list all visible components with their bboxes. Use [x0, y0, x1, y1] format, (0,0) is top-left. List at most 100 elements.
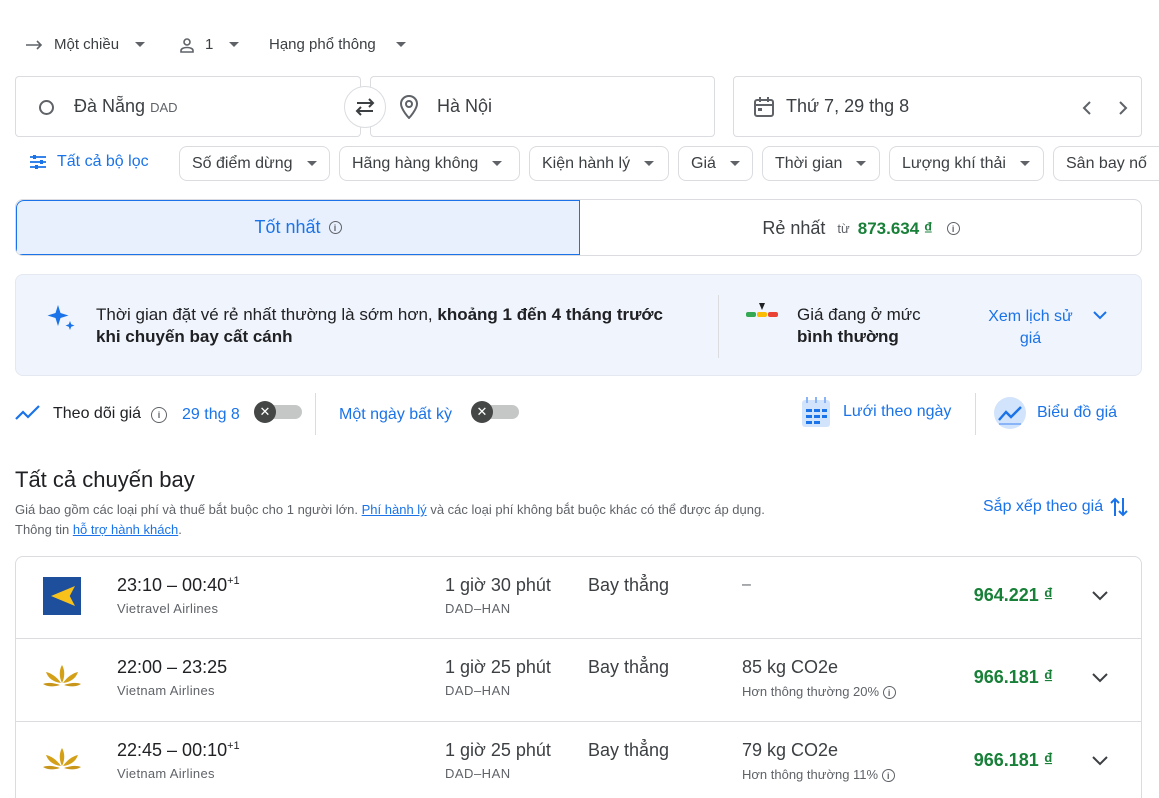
expand-chevron-icon[interactable] — [1091, 754, 1109, 766]
flight-route: DAD–HAN — [445, 683, 511, 698]
close-icon: ✕ — [254, 401, 276, 423]
all-filters-button[interactable]: Tất cả bộ lọc — [29, 153, 149, 171]
price-level-line2: bình thường — [797, 327, 899, 346]
info-icon[interactable]: i — [881, 769, 895, 783]
sort-by-price-label: Sắp xếp theo giá — [983, 498, 1104, 515]
flight-route: DAD–HAN — [445, 601, 511, 616]
sort-arrows-icon — [1110, 497, 1128, 517]
any-date-toggle[interactable]: ✕ — [471, 401, 519, 423]
flight-row[interactable]: 23:10 – 00:40+1 Vietravel Airlines 1 giờ… — [15, 556, 1142, 639]
expand-chevron-icon[interactable] — [1091, 589, 1109, 601]
destination-city: Hà Nội — [437, 96, 493, 116]
departure-date-field[interactable]: Thứ 7, 29 thg 8 — [733, 76, 1142, 137]
date-grid-icon — [802, 397, 830, 427]
flight-duration: 1 giờ 25 phút — [445, 740, 551, 760]
times-text: 22:00 – 23:25 — [117, 657, 228, 677]
chevron-down-icon — [135, 42, 146, 47]
flight-price: 966.181 ₫ — [973, 667, 1053, 687]
vietnam-airlines-lotus-logo — [43, 748, 81, 770]
filter-emissions-label: Lượng khí thải — [902, 154, 1006, 172]
filter-emissions[interactable]: Lượng khí thải — [889, 146, 1044, 181]
flight-emissions: 79 kg CO2e — [742, 740, 839, 760]
info-icon[interactable]: i — [882, 686, 896, 700]
next-date-icon[interactable] — [1118, 100, 1128, 116]
cabin-class-select[interactable]: Hạng phổ thông — [269, 36, 406, 53]
location-pin-icon — [400, 95, 418, 119]
chevron-down-icon — [395, 42, 406, 47]
chevron-down-icon — [229, 42, 240, 47]
flight-duration: 1 giờ 30 phút — [445, 575, 551, 595]
filter-bags[interactable]: Kiện hành lý — [529, 146, 669, 181]
track-date: 29 thg 8 — [182, 406, 240, 423]
flight-price: 964.221 ₫ — [973, 585, 1053, 605]
baggage-fees-link[interactable]: Phí hành lý — [362, 502, 427, 517]
passenger-assistance-link[interactable]: hỗ trợ hành khách — [73, 522, 178, 537]
trip-type-label: Một chiều — [54, 36, 120, 53]
cabin-class-label: Hạng phổ thông — [269, 36, 376, 53]
tab-cheapest[interactable]: Rẻ nhất từ 873.634 ₫ i — [580, 200, 1141, 255]
next-day-indicator: +1 — [227, 740, 240, 752]
filter-times-label: Thời gian — [775, 154, 843, 172]
trip-type-select[interactable]: Một chiều — [26, 36, 146, 53]
divider — [718, 295, 719, 358]
tab-cheapest-from: từ — [837, 221, 850, 236]
date-grid-button[interactable]: Lưới theo ngày — [801, 396, 951, 428]
tab-best-label: Tốt nhất — [254, 217, 321, 237]
track-prices-label: Theo dõi giá — [53, 405, 142, 422]
filter-airlines-label: Hãng hàng không — [352, 154, 479, 172]
flight-row[interactable]: 22:45 – 00:10+1 Vietnam Airlines 1 giờ 2… — [15, 722, 1142, 798]
origin-field[interactable]: Đà Nẵng DAD — [15, 76, 361, 137]
sort-tabs: Tốt nhất i Rẻ nhất từ 873.634 ₫ i — [15, 199, 1142, 256]
filter-times[interactable]: Thời gian — [762, 146, 880, 181]
price-graph-label: Biểu đồ giá — [1037, 404, 1118, 421]
info-icon[interactable]: i — [328, 221, 342, 234]
swap-button[interactable] — [344, 86, 386, 128]
filter-airports[interactable]: Sân bay nố — [1053, 146, 1159, 181]
chevron-down-icon[interactable] — [1092, 310, 1108, 320]
note-text-post: và các loại phí không bắt buộc khác có t… — [430, 502, 765, 517]
filter-price-label: Giá — [691, 154, 716, 172]
emissions-note: Hơn thông thường 11% — [742, 767, 879, 782]
tab-cheapest-label: Rẻ nhất — [762, 218, 826, 238]
track-date-toggle[interactable]: ✕ — [254, 401, 302, 423]
passengers-select[interactable]: 1 — [179, 36, 240, 53]
flight-emissions: 85 kg CO2e — [742, 657, 839, 677]
divider — [315, 393, 316, 435]
expand-chevron-icon[interactable] — [1091, 671, 1109, 683]
vietnam-airlines-lotus-logo — [43, 665, 81, 687]
flight-stops: Bay thẳng — [588, 657, 670, 677]
price-insight-banner: Thời gian đặt vé rẻ nhất thường là sớm h… — [15, 274, 1142, 376]
all-filters-label: Tất cả bộ lọc — [57, 153, 149, 170]
sort-by-price-button[interactable]: Sắp xếp theo giá — [983, 496, 1129, 518]
flight-price: 966.181 ₫ — [973, 750, 1053, 770]
filter-price[interactable]: Giá — [678, 146, 753, 181]
view-price-history-link[interactable]: Xem lịch sử giá — [978, 306, 1083, 350]
passengers-count: 1 — [205, 36, 214, 53]
note2-text-post: . — [178, 522, 182, 537]
results-note: Giá bao gồm các loại phí và thuế bắt buộ… — [15, 500, 915, 540]
price-history-line2: giá — [1019, 330, 1042, 347]
info-icon[interactable]: i — [151, 407, 167, 423]
filter-airlines[interactable]: Hãng hàng không — [339, 146, 520, 181]
price-graph-icon — [994, 397, 1026, 429]
flight-times: 23:10 – 00:40+1 — [117, 575, 240, 596]
any-date-label: Một ngày bất kỳ — [339, 406, 452, 423]
previous-date-icon[interactable] — [1082, 100, 1092, 116]
filter-sliders-icon — [30, 155, 46, 169]
note2-text-pre: Thông tin — [15, 522, 70, 537]
person-icon — [180, 37, 194, 53]
price-graph-button[interactable]: Biểu đồ giá — [993, 396, 1117, 430]
chevron-down-icon — [492, 161, 503, 166]
airline-name: Vietravel Airlines — [117, 601, 219, 616]
flight-times: 22:00 – 23:25 — [117, 657, 227, 678]
filter-stops[interactable]: Số điểm dừng — [179, 146, 330, 181]
price-level-line1: Giá đang ở mức — [797, 305, 921, 324]
cheapest-price: 873.634 ₫ — [857, 218, 933, 238]
date-grid-label: Lưới theo ngày — [843, 403, 952, 420]
flight-row[interactable]: 22:00 – 23:25 Vietnam Airlines 1 giờ 25 … — [15, 639, 1142, 722]
tab-best[interactable]: Tốt nhất i — [16, 200, 580, 255]
info-icon[interactable]: i — [946, 222, 960, 235]
swap-arrows-icon — [355, 98, 375, 116]
results-title: Tất cả chuyến bay — [15, 467, 195, 492]
destination-field[interactable]: Hà Nội — [370, 76, 715, 137]
